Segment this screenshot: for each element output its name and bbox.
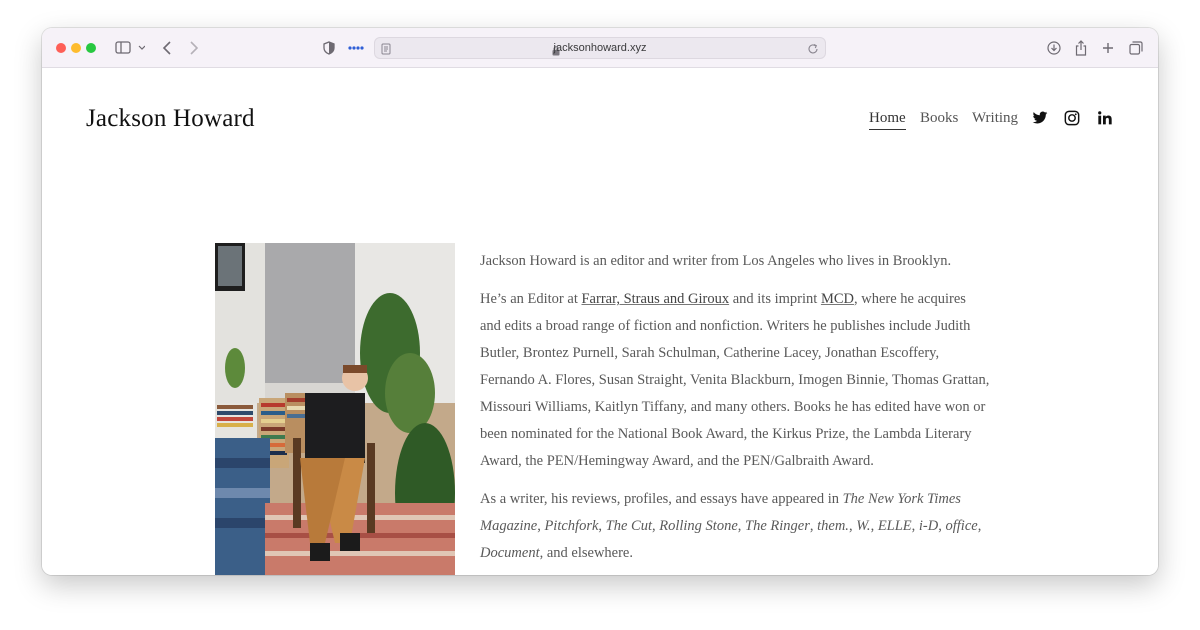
bio-text: As a writer, his reviews, profiles, and …	[480, 491, 843, 507]
site-title[interactable]: Jackson Howard	[86, 105, 255, 133]
separator: ,	[737, 518, 746, 534]
zoom-window-button[interactable]	[86, 43, 96, 53]
forward-icon[interactable]	[187, 38, 201, 58]
bio-paragraph-3: As a writer, his reviews, profiles, and …	[480, 486, 990, 567]
publication: Document	[480, 545, 540, 561]
share-icon[interactable]	[1074, 38, 1088, 58]
author-portrait	[215, 243, 455, 575]
new-tab-icon[interactable]	[1101, 38, 1115, 58]
separator: ,	[598, 518, 606, 534]
instagram-icon[interactable]	[1064, 110, 1080, 126]
bio-paragraph-1: Jackson Howard is an editor and writer f…	[480, 253, 952, 269]
separator: ,	[977, 518, 982, 534]
reload-icon[interactable]	[807, 42, 819, 60]
sidebar-toggle-icon[interactable]	[114, 38, 146, 58]
bio-text: He’s an Editor at	[480, 291, 582, 307]
minimize-window-button[interactable]	[71, 43, 81, 53]
back-icon[interactable]	[160, 38, 174, 58]
fsg-link[interactable]: Farrar, Straus and Giroux	[581, 291, 729, 307]
separator: ,	[938, 518, 946, 534]
publication: them.	[817, 518, 849, 534]
publication: office	[945, 518, 978, 534]
nav-books[interactable]: Books	[920, 110, 958, 127]
page-content: Jackson Howard Home Books Writing Jackso…	[42, 68, 1158, 575]
browser-toolbar: jacksonhoward.xyz	[42, 28, 1158, 68]
extensions-icon[interactable]	[348, 38, 364, 58]
url-text: jacksonhoward.xyz	[553, 42, 647, 54]
browser-window: jacksonhoward.xyz Jackson Howard Home Bo…	[42, 28, 1158, 575]
nav-writing[interactable]: Writing	[972, 110, 1018, 127]
publication: ELLE	[877, 518, 912, 534]
mcd-link[interactable]: MCD	[821, 291, 854, 307]
bio: Jackson Howard is an editor and writer f…	[480, 248, 990, 575]
nav-home[interactable]: Home	[869, 110, 906, 130]
publication: i-D	[918, 518, 939, 534]
publication: The Ringer	[745, 518, 810, 534]
close-window-button[interactable]	[56, 43, 66, 53]
tab-overview-icon[interactable]	[1128, 38, 1144, 58]
publication: Pitchfork	[544, 518, 599, 534]
bio-text: and its imprint	[729, 291, 821, 307]
linkedin-icon[interactable]	[1097, 110, 1113, 126]
twitter-icon[interactable]	[1032, 110, 1048, 126]
bio-text: , and elsewhere.	[539, 545, 633, 561]
publication: Rolling Stone	[659, 518, 738, 534]
separator: ,	[911, 518, 919, 534]
publication: The Cut	[605, 518, 652, 534]
downloads-icon[interactable]	[1046, 38, 1062, 58]
bio-text: , where he acquires and edits a broad ra…	[480, 291, 990, 469]
shield-icon[interactable]	[322, 38, 336, 58]
separator: ,	[870, 518, 878, 534]
address-bar[interactable]: jacksonhoward.xyz	[374, 37, 826, 59]
bio-paragraph-2: He’s an Editor at Farrar, Straus and Gir…	[480, 286, 990, 475]
publication: W.	[856, 518, 871, 534]
